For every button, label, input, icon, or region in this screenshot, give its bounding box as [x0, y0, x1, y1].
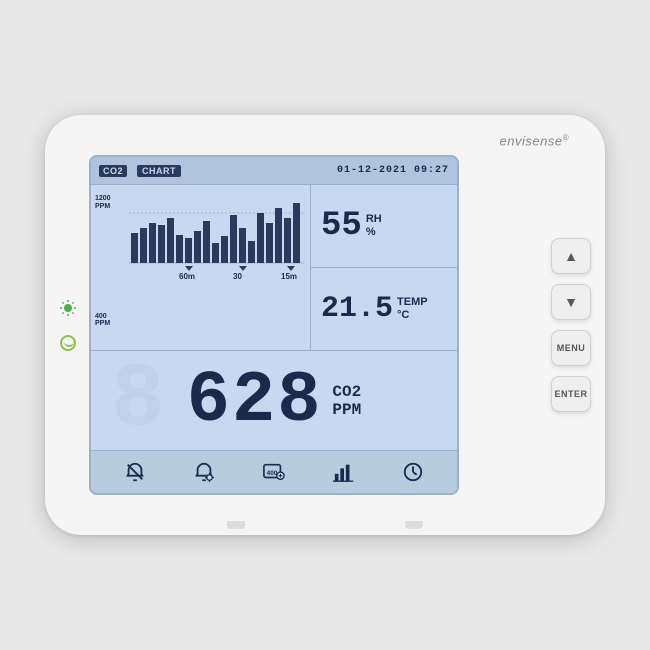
smiley-indicator — [60, 335, 76, 351]
status-led-green — [59, 299, 77, 317]
main-screen: CO2 CHART 01-12-2021 09:27 1200PPM 400PP… — [89, 155, 459, 495]
co2-label: CO2 — [332, 383, 361, 401]
left-indicators — [59, 299, 77, 351]
humidity-display: 55 RH% — [311, 185, 457, 268]
right-buttons: ▲ ▼ MENU ENTER — [551, 238, 591, 412]
screen-topbar: CO2 CHART 01-12-2021 09:27 — [91, 157, 457, 185]
screen-bottombar: 400 — [91, 451, 457, 493]
humidity-unit: RH% — [366, 213, 382, 239]
enter-button[interactable]: ENTER — [551, 376, 591, 412]
menu-label: MENU — [557, 343, 586, 353]
co2-reading-section: 8 628 CO2 PPM — [91, 351, 457, 451]
chart-icon[interactable] — [333, 461, 355, 483]
temperature-display: 21.5 TEMP°C — [311, 268, 457, 350]
datetime-display: 01-12-2021 09:27 — [337, 165, 449, 176]
co2-label-group: CO2 PPM — [332, 383, 361, 419]
up-button[interactable]: ▲ — [551, 238, 591, 274]
screen-middle: 1200PPM 400PPM — [91, 185, 457, 351]
menu-button[interactable]: MENU — [551, 330, 591, 366]
down-button[interactable]: ▼ — [551, 284, 591, 320]
right-metrics: 55 RH% 21.5 TEMP°C — [311, 185, 457, 350]
chart-area: 1200PPM 400PPM — [91, 185, 311, 350]
brand-label: envisense® — [500, 133, 569, 148]
down-arrow-icon: ▼ — [564, 294, 578, 310]
calibration-icon[interactable]: 400 — [262, 461, 286, 483]
chart-badge: CHART — [137, 165, 181, 177]
co2-value: 628 — [187, 365, 323, 437]
alarm-settings-icon[interactable] — [193, 461, 215, 483]
svg-text:30: 30 — [233, 272, 242, 281]
bar-chart-svg: 60m 30 15m — [129, 193, 304, 281]
humidity-value: 55 — [321, 209, 362, 243]
alarm-off-icon[interactable] — [124, 461, 146, 483]
device-feet — [227, 521, 423, 529]
clock-icon[interactable] — [402, 461, 424, 483]
svg-text:60m: 60m — [179, 272, 195, 281]
foot-left — [227, 521, 245, 529]
svg-text:15m: 15m — [281, 272, 297, 281]
device: envisense® CO2 CHART 0 — [45, 115, 605, 535]
temperature-value: 21.5 — [321, 294, 393, 324]
foot-right — [405, 521, 423, 529]
up-arrow-icon: ▲ — [564, 248, 578, 264]
ppm-label: PPM — [332, 401, 361, 419]
co2-badge: CO2 — [99, 165, 127, 177]
enter-label: ENTER — [554, 389, 587, 399]
y-label-bottom: 400PPM — [95, 313, 110, 328]
y-label-top: 1200PPM — [95, 195, 111, 210]
temperature-unit: TEMP°C — [397, 296, 428, 322]
